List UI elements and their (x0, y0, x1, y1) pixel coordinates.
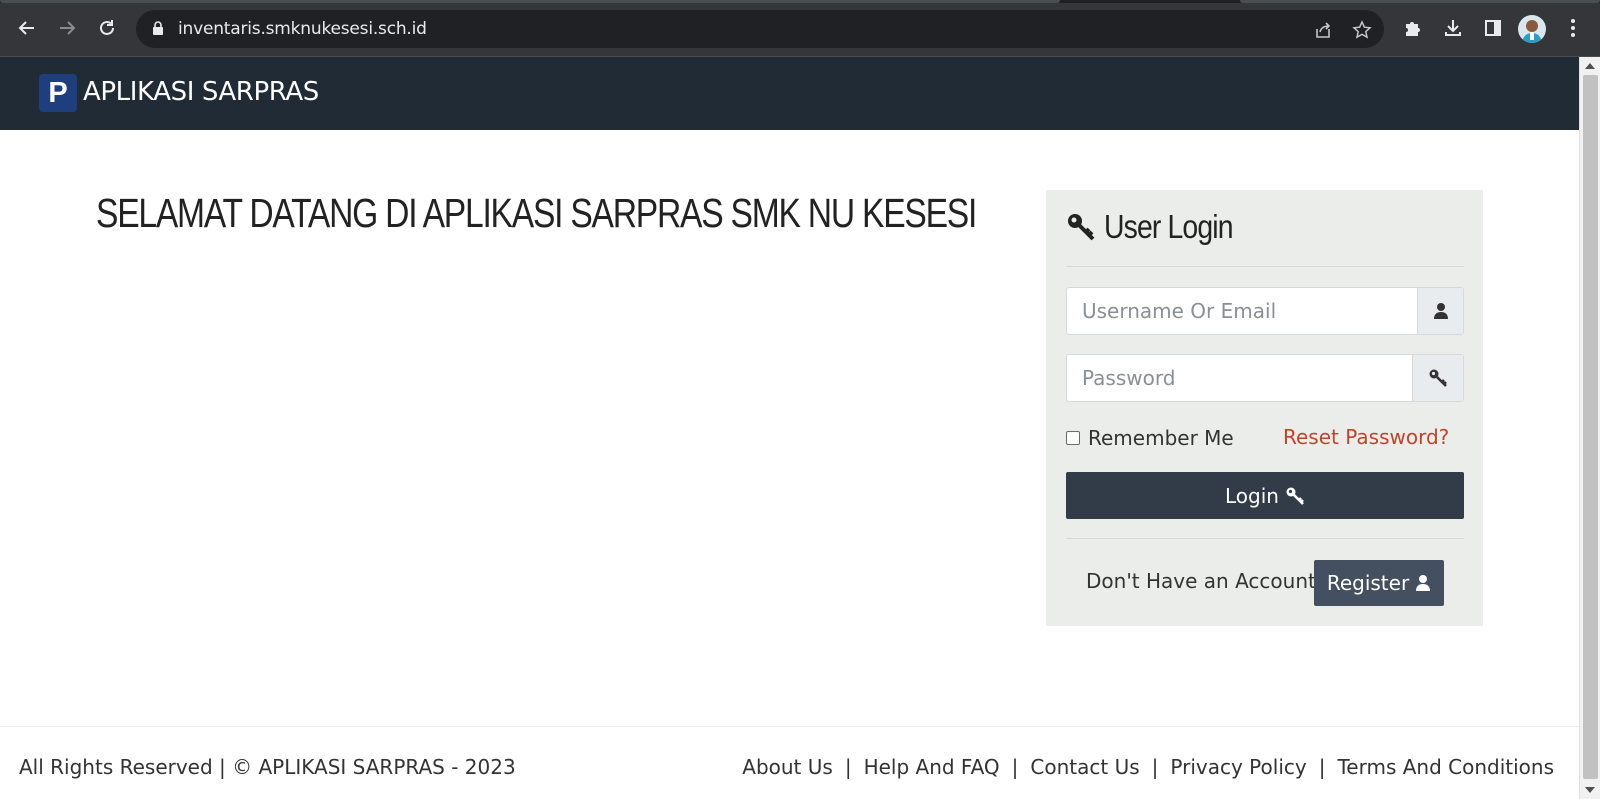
address-bar[interactable]: inventaris.smknukesesi.sch.id (136, 10, 1384, 48)
footer-link-terms[interactable]: Terms And Conditions (1337, 755, 1554, 779)
forward-button[interactable] (53, 14, 81, 42)
logo-letter: P (48, 76, 68, 109)
brand-logo[interactable]: P (39, 74, 77, 112)
password-addon (1412, 355, 1463, 401)
kebab-menu-icon (1571, 19, 1575, 37)
url-text: inventaris.smknukesesi.sch.id (178, 19, 427, 39)
footer-link-help[interactable]: Help And FAQ (864, 755, 1000, 779)
side-panel-icon (1485, 20, 1501, 36)
divider (1066, 538, 1464, 539)
login-title-text: User Login (1104, 208, 1234, 245)
page-scrollbar[interactable] (1579, 57, 1600, 799)
back-button[interactable] (13, 14, 41, 42)
login-card: User Login Remember Me Reset Password? L… (1046, 190, 1483, 626)
user-icon (1416, 575, 1431, 591)
profile-avatar[interactable] (1518, 15, 1546, 43)
login-button[interactable]: Login (1066, 472, 1464, 519)
divider (1066, 266, 1464, 267)
separator: | (1151, 755, 1159, 779)
copyright-text: All Rights Reserved | © APLIKASI SARPRAS… (19, 755, 516, 779)
download-icon (1445, 20, 1461, 36)
reset-password-link[interactable]: Reset Password? (1283, 425, 1449, 449)
welcome-heading: SELAMAT DATANG DI APLIKASI SARPRAS SMK N… (96, 190, 977, 236)
username-addon (1417, 288, 1463, 334)
tab-strip (0, 0, 1600, 3)
reload-button[interactable] (93, 14, 121, 42)
footer-link-contact[interactable]: Contact Us (1030, 755, 1139, 779)
scroll-up-icon[interactable] (1585, 63, 1595, 69)
remember-label: Remember Me (1088, 426, 1234, 450)
share-icon (1316, 22, 1331, 38)
puzzle-icon (1406, 22, 1420, 36)
tab-strip-active (0, 0, 1060, 3)
menu-button[interactable] (1560, 15, 1586, 41)
separator: | (844, 755, 852, 779)
key-icon (1068, 214, 1095, 241)
avatar-image (1522, 20, 1542, 43)
key-icon (1429, 369, 1447, 387)
extensions-button[interactable] (1400, 15, 1426, 41)
scroll-thumb[interactable] (1583, 75, 1598, 779)
username-input[interactable] (1067, 288, 1417, 334)
login-title: User Login (1066, 208, 1254, 246)
site-footer: All Rights Reserved | © APLIKASI SARPRAS… (0, 726, 1579, 799)
footer-link-about[interactable]: About Us (742, 755, 833, 779)
register-button-label: Register (1326, 571, 1410, 595)
arrow-right-icon (60, 21, 76, 35)
user-icon (1433, 303, 1448, 319)
scroll-down-icon[interactable] (1585, 787, 1595, 793)
key-icon (1286, 487, 1304, 505)
separator: | (1011, 755, 1019, 779)
reload-icon (100, 20, 114, 35)
arrow-left-icon (18, 21, 34, 35)
star-icon (1352, 20, 1372, 39)
login-button-label: Login (1225, 483, 1279, 508)
footer-links: About Us | Help And FAQ | Contact Us | P… (742, 755, 1554, 779)
register-button[interactable]: Register (1314, 560, 1444, 606)
username-group (1066, 287, 1464, 335)
remember-me[interactable]: Remember Me (1066, 426, 1234, 450)
site-navbar: P APLIKASI SARPRAS (0, 57, 1579, 130)
lock-icon (153, 21, 163, 35)
side-panel-button[interactable] (1480, 15, 1506, 41)
footer-link-privacy[interactable]: Privacy Policy (1170, 755, 1306, 779)
no-account-text: Don't Have an Account? (1086, 569, 1327, 593)
tab-strip-inactive (1240, 0, 1600, 3)
downloads-button[interactable] (1440, 15, 1466, 41)
separator: | (1318, 755, 1326, 779)
share-button[interactable] (1312, 19, 1334, 41)
brand-name[interactable]: APLIKASI SARPRAS (83, 77, 319, 107)
browser-toolbar: inventaris.smknukesesi.sch.id (0, 0, 1600, 57)
password-group (1066, 354, 1464, 402)
password-input[interactable] (1067, 355, 1412, 401)
remember-checkbox[interactable] (1066, 431, 1080, 445)
bookmark-button[interactable] (1351, 19, 1373, 41)
